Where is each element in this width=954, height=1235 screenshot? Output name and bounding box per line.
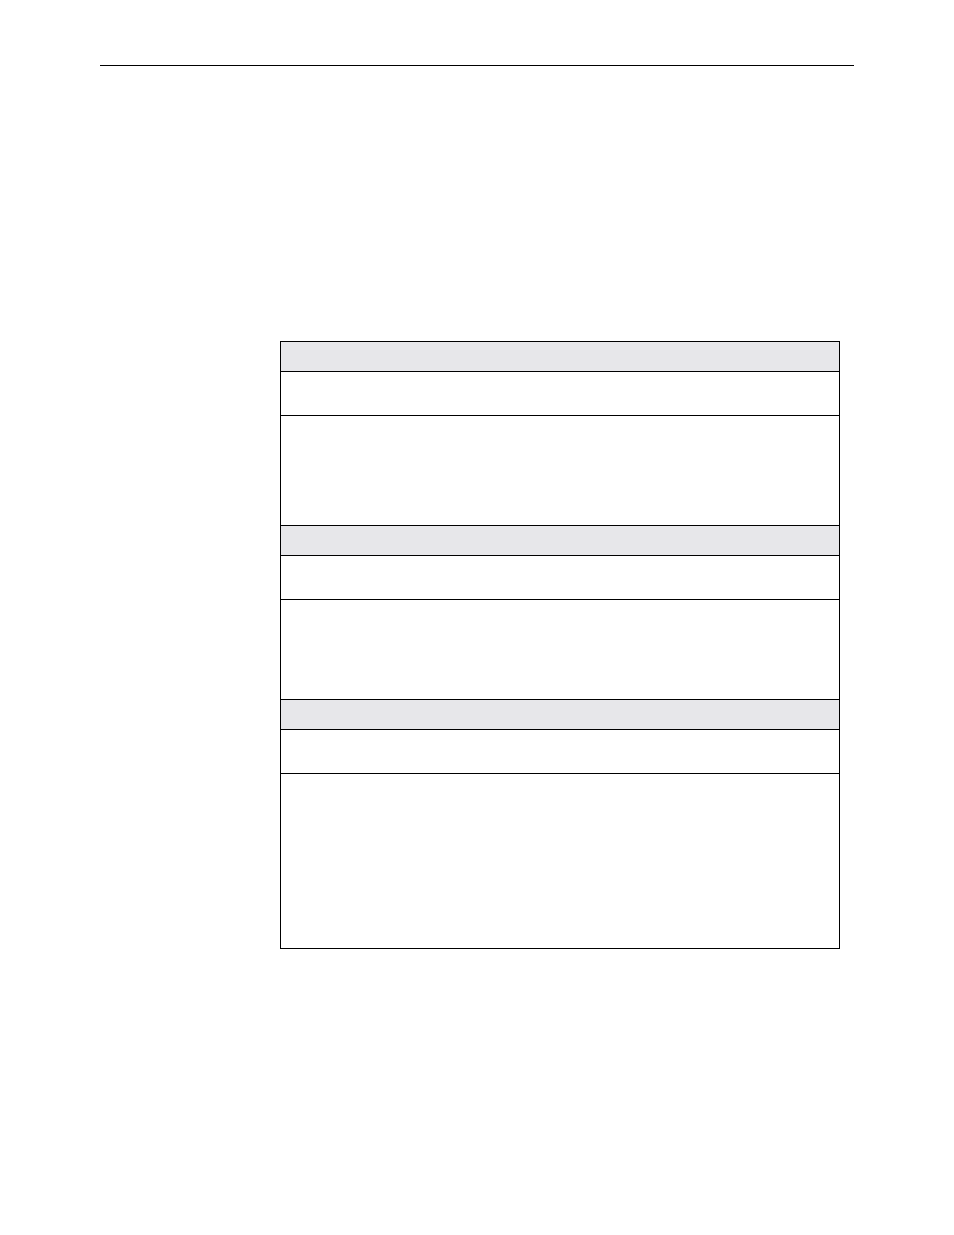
table-row (281, 730, 840, 774)
table-section-header (281, 526, 840, 556)
table-section-header (281, 342, 840, 372)
table-row (281, 600, 840, 700)
data-table (280, 341, 840, 949)
table-section-header (281, 700, 840, 730)
table-row (281, 416, 840, 526)
table-row (281, 774, 840, 949)
table-row (281, 556, 840, 600)
header-rule (100, 65, 854, 66)
page (0, 0, 954, 1235)
header-area (100, 65, 854, 66)
main-content (280, 341, 840, 949)
table-row (281, 372, 840, 416)
